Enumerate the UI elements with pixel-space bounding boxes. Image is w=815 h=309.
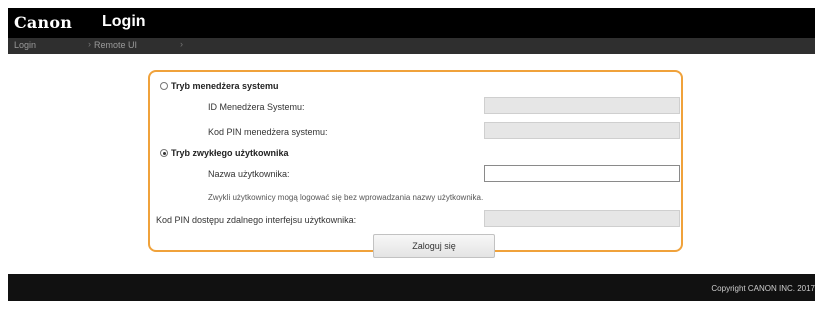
username-field[interactable]: [484, 165, 680, 182]
remote-ui-pin-label: Kod PIN dostępu zdalnego interfejsu użyt…: [156, 215, 357, 225]
user-mode-radio[interactable]: [160, 149, 168, 157]
user-mode-label[interactable]: Tryb zwykłego użytkownika: [171, 148, 289, 158]
breadcrumb-separator: ›: [180, 39, 183, 49]
remote-ui-pin-field[interactable]: [484, 210, 680, 227]
user-mode-note: Zwykli użytkownicy mogą logować się bez …: [208, 193, 484, 202]
page-title: Login: [102, 13, 146, 30]
breadcrumb: Login › Remote UI ›: [8, 38, 815, 54]
header-bar: Canon Login: [8, 8, 815, 38]
copyright-text: Copyright CANON INC. 2017: [711, 284, 815, 293]
admin-id-label: ID Menedżera Systemu:: [208, 102, 305, 112]
admin-mode-radio[interactable]: [160, 82, 168, 90]
login-button[interactable]: Zaloguj się: [373, 234, 495, 258]
admin-mode-label[interactable]: Tryb menedżera systemu: [171, 81, 279, 91]
canon-logo: Canon: [14, 13, 73, 32]
admin-id-field[interactable]: [484, 97, 680, 114]
breadcrumb-item-remote-ui[interactable]: Remote UI: [94, 40, 180, 51]
admin-pin-label: Kod PIN menedżera systemu:: [208, 127, 328, 137]
breadcrumb-separator: ›: [88, 39, 91, 49]
login-form: Tryb menedżera systemu ID Menedżera Syst…: [148, 70, 683, 252]
admin-pin-field[interactable]: [484, 122, 680, 139]
page-frame: Canon Login Login › Remote UI › Tryb men…: [8, 8, 815, 309]
breadcrumb-item-login[interactable]: Login: [14, 40, 90, 51]
footer-bar: Copyright CANON INC. 2017: [8, 274, 815, 301]
username-label: Nazwa użytkownika:: [208, 169, 290, 179]
